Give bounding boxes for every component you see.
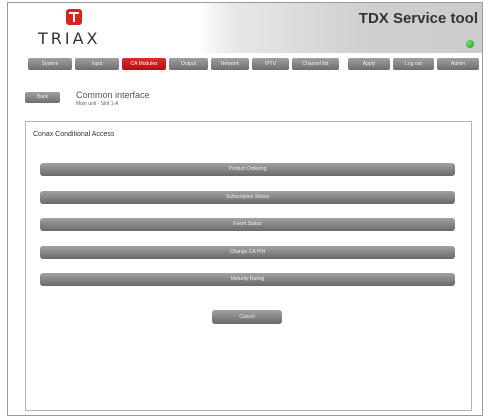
conax-panel: Conax Conditional Access Product Orderin… (25, 121, 472, 411)
brand-area: TRIAX (8, 3, 198, 53)
panel-title: Conax Conditional Access (33, 131, 115, 138)
apply-button[interactable]: Apply (348, 58, 390, 70)
cancel-button[interactable]: Cancel (212, 310, 282, 324)
app-window: TRIAX TDX Service tool System Input CA M… (7, 2, 483, 416)
tab-input[interactable]: Input (75, 58, 119, 70)
triax-logo-icon (66, 9, 82, 25)
tab-channel-list[interactable]: Channel list (292, 58, 339, 70)
tab-output[interactable]: Output (169, 58, 208, 70)
admin-button[interactable]: Admin (437, 58, 479, 70)
back-button[interactable]: Back (25, 92, 60, 103)
main-navbar: System Input CA Modules Output Network I… (8, 55, 482, 75)
page-title: Common interface (76, 90, 150, 100)
tab-iptv[interactable]: IPTV (252, 58, 289, 70)
status-led-icon (466, 40, 474, 48)
page-subtitle: Main unit - Slot 1-A (76, 101, 119, 107)
tab-ca-modules[interactable]: CA Modules (122, 58, 166, 70)
logo-text: TRIAX (38, 29, 101, 48)
subscription-status-button[interactable]: Subscription Status (40, 191, 455, 204)
change-ca-pin-button[interactable]: Change CA PIN (40, 246, 455, 259)
tab-network[interactable]: Network (211, 58, 249, 70)
app-title: TDX Service tool (358, 10, 478, 27)
maturity-rating-button[interactable]: Maturity Rating (40, 273, 455, 286)
product-ordering-button[interactable]: Product Ordering (40, 163, 455, 176)
event-status-button[interactable]: Event Status (40, 218, 455, 231)
logout-button[interactable]: Log out (393, 58, 434, 70)
tab-system[interactable]: System (28, 58, 72, 70)
header-banner: TDX Service tool (198, 3, 482, 53)
